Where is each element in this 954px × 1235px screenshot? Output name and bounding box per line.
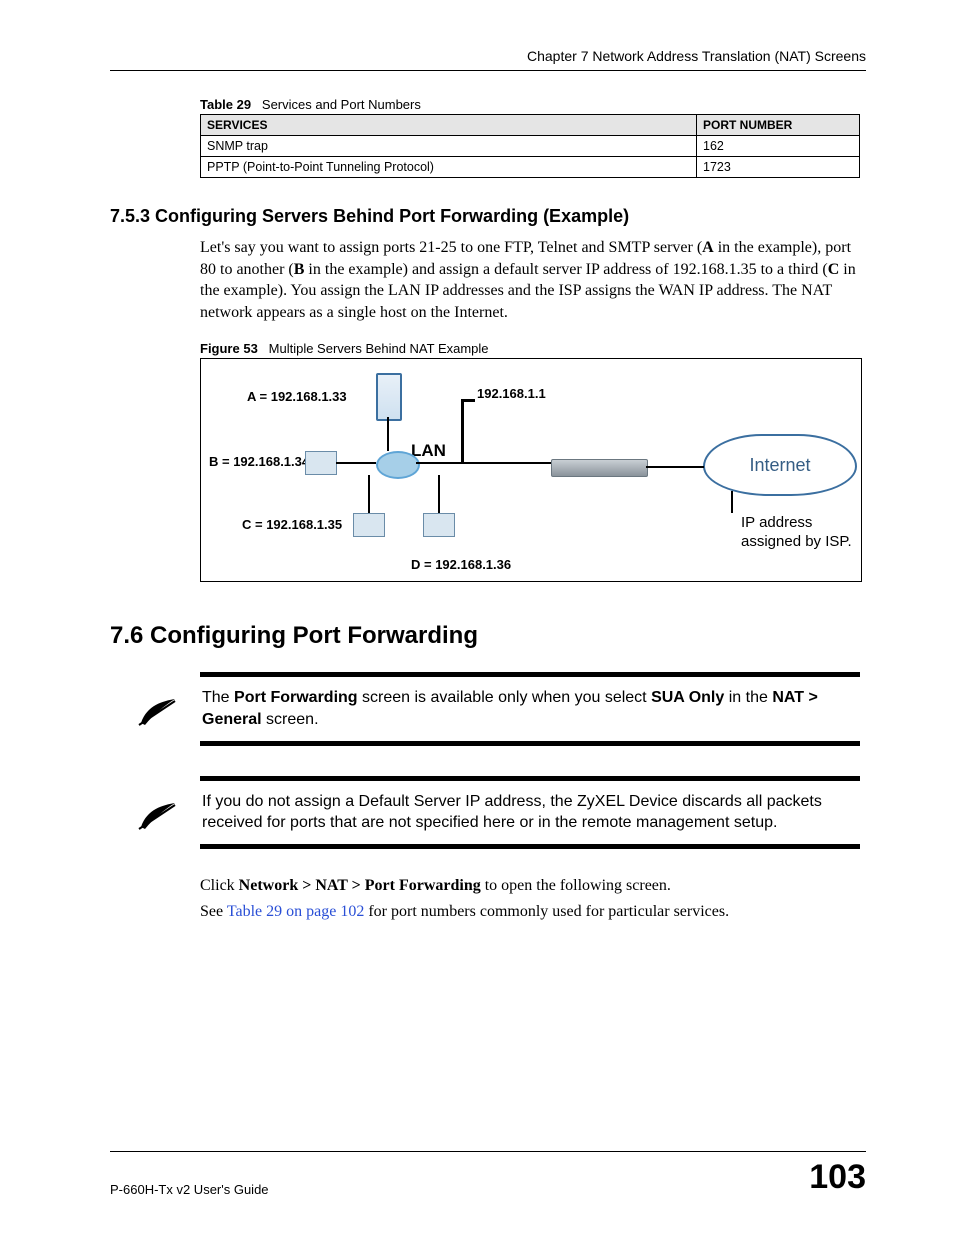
- modem-icon: [551, 459, 648, 477]
- note-block: If you do not assign a Default Server IP…: [110, 776, 866, 849]
- label-b: B = 192.168.1.34: [209, 454, 309, 469]
- table-row: SNMP trap 162: [201, 136, 860, 157]
- figure-caption: Figure 53 Multiple Servers Behind NAT Ex…: [200, 341, 866, 356]
- note-text: If you do not assign a Default Server IP…: [202, 791, 866, 844]
- cell-port: 1723: [697, 157, 860, 178]
- heading-7-6: 7.6 Configuring Port Forwarding: [110, 622, 866, 650]
- cell-port: 162: [697, 136, 860, 157]
- computer-icon: [305, 451, 337, 475]
- cross-ref-link[interactable]: Table 29 on page 102: [227, 903, 365, 920]
- label-a: A = 192.168.1.33: [247, 389, 347, 404]
- note-block: The Port Forwarding screen is available …: [110, 672, 866, 745]
- figure-53-diagram: A = 192.168.1.33 B = 192.168.1.34 C = 19…: [200, 358, 862, 582]
- table-caption-label: Table 29: [200, 97, 251, 112]
- cell-service: SNMP trap: [201, 136, 697, 157]
- label-internet: Internet: [749, 455, 810, 476]
- services-table: SERVICES PORT NUMBER SNMP trap 162 PPTP …: [200, 114, 860, 178]
- para-7-5-3: Let's say you want to assign ports 21-25…: [200, 237, 866, 323]
- click-instruction: Click Network > NAT > Port Forwarding to…: [200, 877, 866, 895]
- note-icon: [128, 791, 186, 833]
- note-bottom-rule: [200, 741, 860, 746]
- footer-guide-name: P-660H-Tx v2 User's Guide: [110, 1182, 269, 1197]
- label-c: C = 192.168.1.35: [242, 517, 342, 532]
- table-row: PPTP (Point-to-Point Tunneling Protocol)…: [201, 157, 860, 178]
- note-text: The Port Forwarding screen is available …: [202, 687, 866, 740]
- internet-cloud-icon: Internet: [703, 434, 857, 496]
- table-header-row: SERVICES PORT NUMBER: [201, 115, 860, 136]
- cell-service: PPTP (Point-to-Point Tunneling Protocol): [201, 157, 697, 178]
- computer-icon: [423, 513, 455, 537]
- note-icon: [128, 687, 186, 729]
- page-header: Chapter 7 Network Address Translation (N…: [110, 48, 866, 71]
- note-top-rule: [200, 672, 860, 677]
- label-d: D = 192.168.1.36: [411, 557, 511, 572]
- table-caption: Table 29 Services and Port Numbers: [200, 97, 866, 112]
- figure-caption-text: Multiple Servers Behind NAT Example: [269, 341, 489, 356]
- label-isp: IP address assigned by ISP.: [741, 514, 861, 552]
- computer-icon: [353, 513, 385, 537]
- note-top-rule: [200, 776, 860, 781]
- label-gateway-ip: 192.168.1.1: [477, 386, 546, 401]
- heading-7-5-3: 7.5.3 Configuring Servers Behind Port Fo…: [110, 206, 866, 227]
- col-port-number: PORT NUMBER: [697, 115, 860, 136]
- see-line: See Table 29 on page 102 for port number…: [200, 903, 866, 921]
- note-bottom-rule: [200, 844, 860, 849]
- col-services: SERVICES: [201, 115, 697, 136]
- page-footer: P-660H-Tx v2 User's Guide 103: [110, 1151, 866, 1197]
- router-icon: [376, 451, 420, 479]
- server-icon: [376, 373, 402, 421]
- table-caption-text: Services and Port Numbers: [262, 97, 421, 112]
- figure-caption-label: Figure 53: [200, 341, 258, 356]
- footer-page-number: 103: [809, 1158, 866, 1197]
